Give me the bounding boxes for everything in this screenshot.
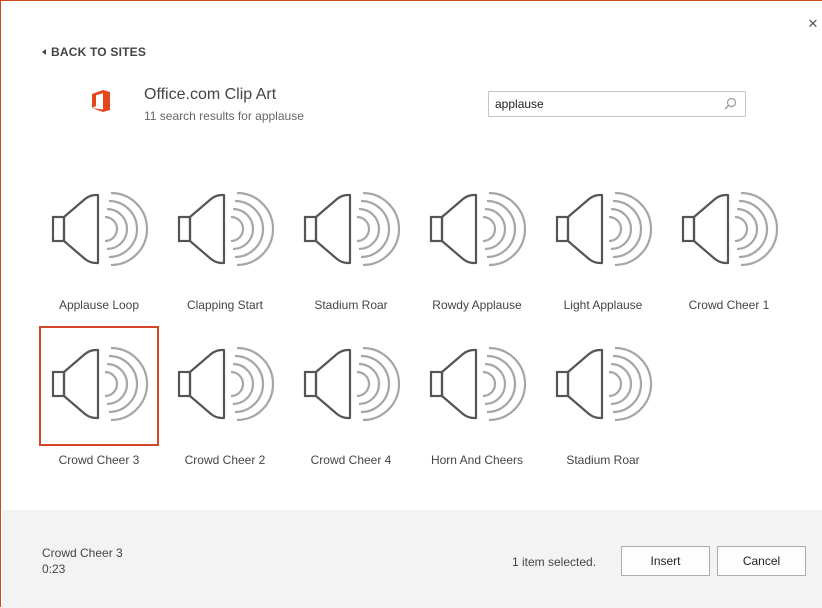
speaker-icon — [551, 187, 655, 276]
result-thumbnail[interactable] — [165, 326, 285, 446]
cancel-button[interactable]: Cancel — [717, 546, 806, 576]
speaker-icon — [173, 187, 277, 276]
office-logo-icon — [92, 90, 110, 112]
result-label: Crowd Cheer 4 — [310, 453, 392, 467]
site-title: Office.com Clip Art — [144, 86, 277, 103]
result-thumbnail[interactable] — [669, 171, 789, 291]
result-label: Crowd Cheer 2 — [184, 453, 266, 467]
result-thumbnail[interactable] — [543, 171, 663, 291]
speaker-icon — [677, 187, 781, 276]
insert-button[interactable]: Insert — [621, 546, 710, 576]
result-tile[interactable]: Crowd Cheer 3 — [39, 326, 159, 471]
result-label: Crowd Cheer 3 — [58, 453, 140, 467]
result-tile[interactable]: Applause Loop — [39, 171, 159, 316]
close-button[interactable]: ✕ — [804, 15, 822, 33]
result-label: Stadium Roar — [566, 453, 640, 467]
result-tile[interactable]: Stadium Roar — [543, 326, 663, 471]
result-thumbnail[interactable] — [417, 326, 537, 446]
result-label: Applause Loop — [58, 298, 140, 312]
result-label: Horn And Cheers — [430, 453, 524, 467]
result-tile[interactable]: Clapping Start — [165, 171, 285, 316]
result-label: Clapping Start — [186, 298, 264, 312]
back-arrow-icon — [42, 49, 46, 55]
result-label: Rowdy Applause — [432, 298, 522, 312]
result-thumbnail[interactable] — [39, 326, 159, 446]
result-thumbnail[interactable] — [165, 171, 285, 291]
result-thumbnail[interactable] — [417, 171, 537, 291]
result-tile[interactable]: Crowd Cheer 1 — [669, 171, 789, 316]
dialog-footer: Crowd Cheer 3 0:23 1 item selected. Inse… — [2, 510, 822, 608]
speaker-icon — [425, 342, 529, 431]
speaker-icon — [47, 187, 151, 276]
clip-art-dialog: ✕ BACK TO SITES Office.com Clip Art 11 s… — [0, 0, 822, 608]
result-tile[interactable]: Crowd Cheer 2 — [165, 326, 285, 471]
result-label: Crowd Cheer 1 — [688, 298, 770, 312]
selected-item-name: Crowd Cheer 3 — [42, 546, 123, 560]
speaker-icon — [551, 342, 655, 431]
speaker-icon — [299, 342, 403, 431]
result-tile[interactable]: Rowdy Applause — [417, 171, 537, 316]
search-box — [488, 91, 746, 117]
back-to-sites-label: BACK TO SITES — [51, 45, 147, 59]
speaker-icon — [299, 187, 403, 276]
speaker-icon — [425, 187, 529, 276]
result-thumbnail[interactable] — [291, 326, 411, 446]
result-label: Light Applause — [563, 298, 643, 312]
speaker-icon — [173, 342, 277, 431]
result-thumbnail[interactable] — [543, 326, 663, 446]
result-tile[interactable]: Crowd Cheer 4 — [291, 326, 411, 471]
close-icon: ✕ — [807, 16, 819, 31]
result-tile[interactable]: Horn And Cheers — [417, 326, 537, 471]
result-thumbnail[interactable] — [291, 171, 411, 291]
results-count-text: 11 search results for applause — [144, 109, 304, 123]
back-to-sites-link[interactable]: BACK TO SITES — [42, 45, 146, 59]
result-tile[interactable]: Light Applause — [543, 171, 663, 316]
selection-status: 1 item selected. — [512, 555, 597, 569]
results-grid: Applause Loop Clapping Start Stadium Roar R… — [39, 171, 799, 471]
speaker-icon — [47, 342, 151, 431]
result-label: Stadium Roar — [314, 298, 388, 312]
search-icon[interactable] — [724, 97, 737, 110]
search-input[interactable] — [489, 92, 717, 116]
result-tile[interactable]: Stadium Roar — [291, 171, 411, 316]
result-thumbnail[interactable] — [39, 171, 159, 291]
selected-item-duration: 0:23 — [42, 562, 66, 576]
